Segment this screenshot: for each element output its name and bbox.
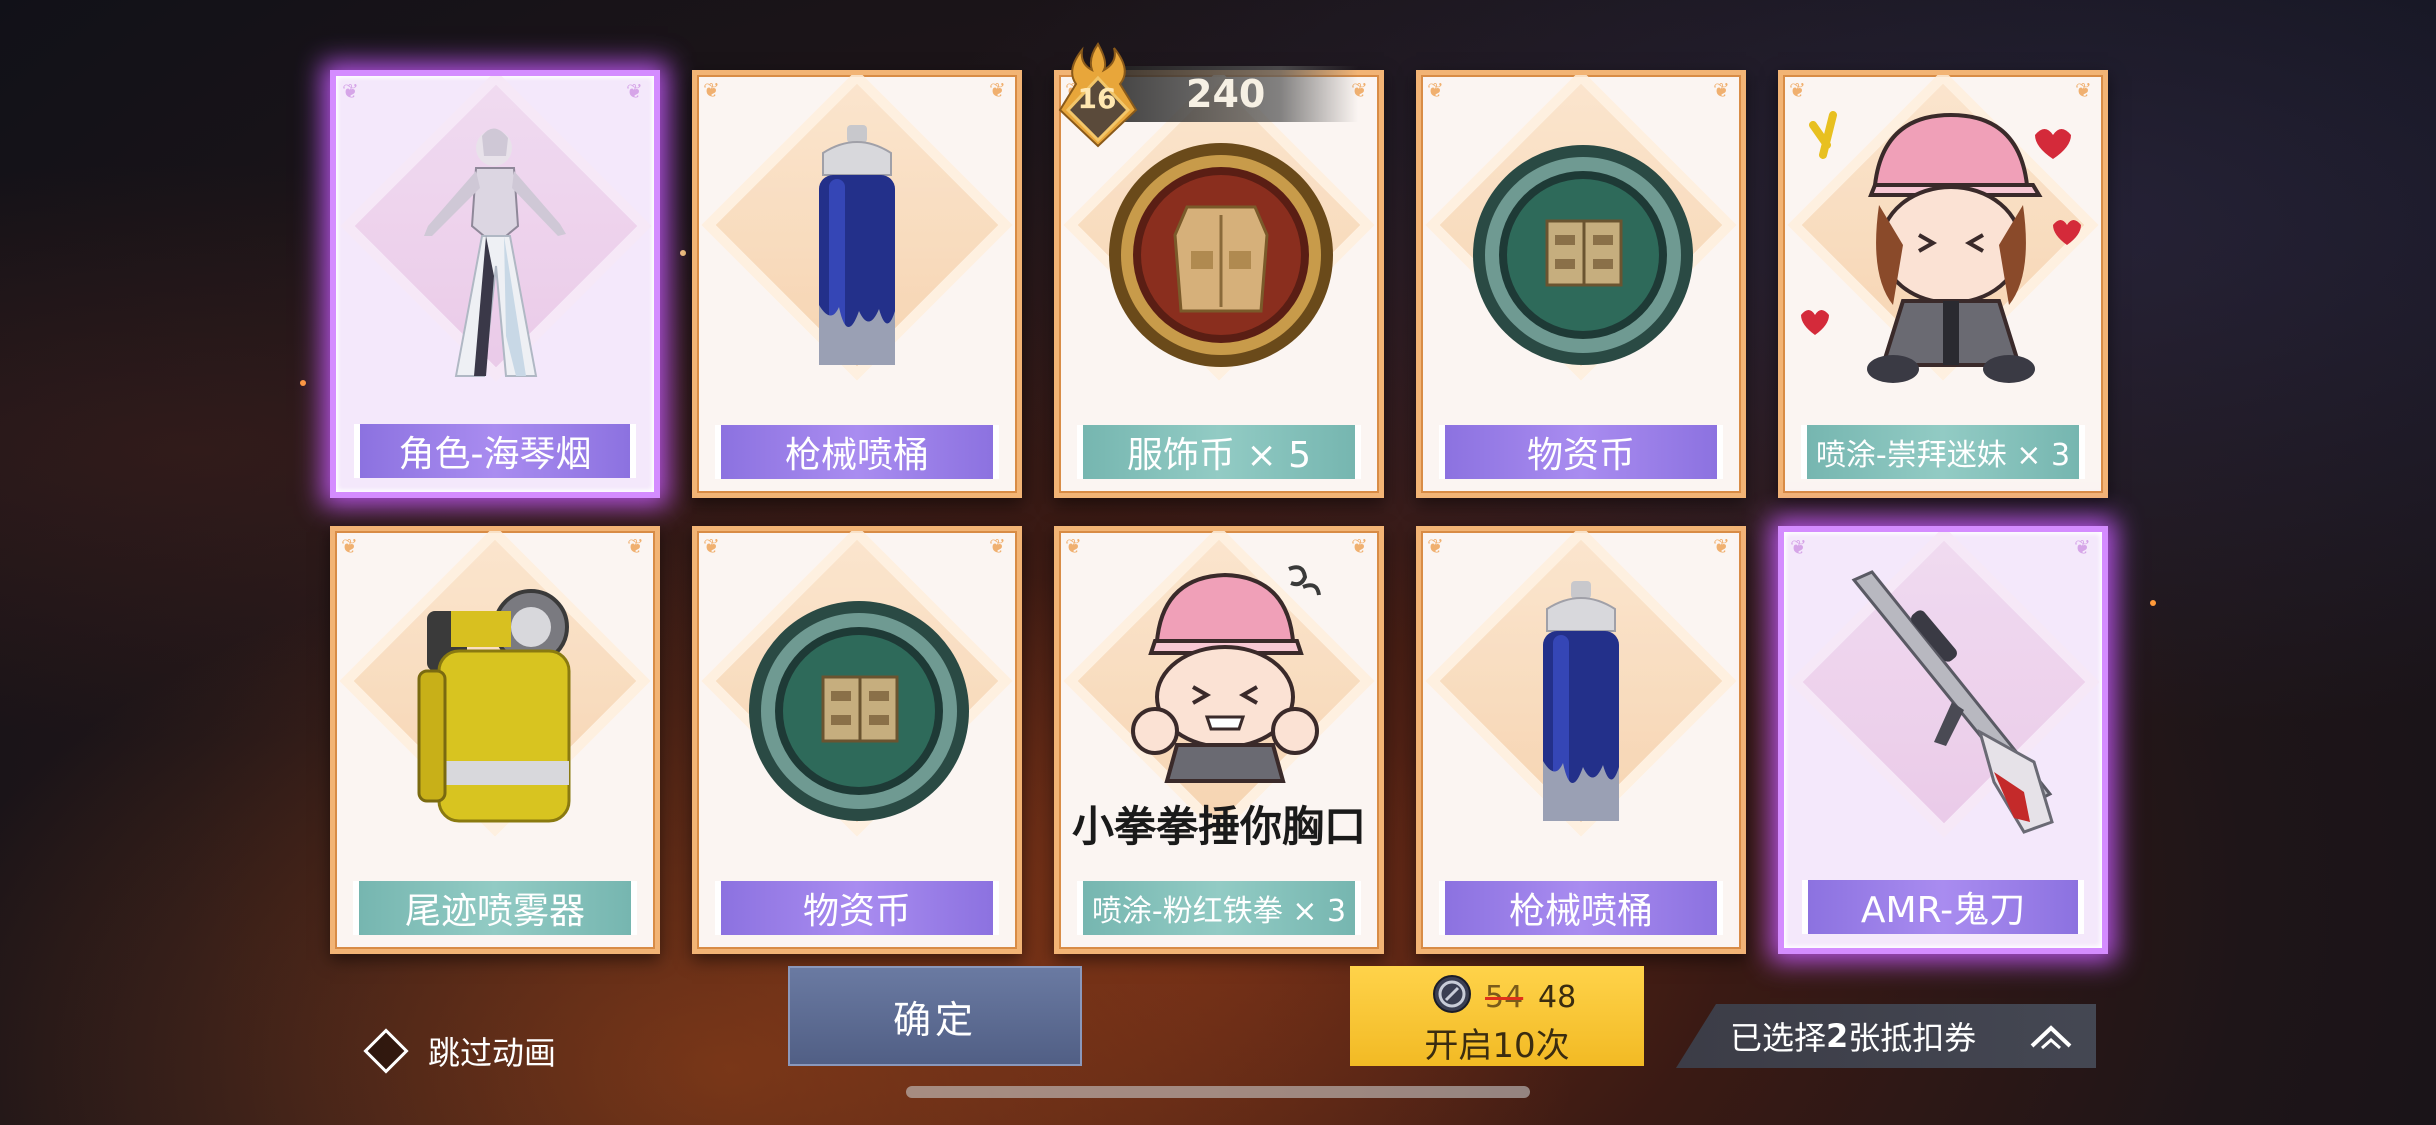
selected-suffix: 张抵扣券 xyxy=(1848,1019,1977,1057)
sticker-caption: 小拳拳捶你胸口 xyxy=(1071,802,1366,851)
selected-prefix: 已选择 xyxy=(1730,1019,1827,1057)
original-price: 54 xyxy=(1485,980,1524,1015)
reward-card-amr-rifle[interactable]: ❦ ❦ AMR-鬼刀 xyxy=(1778,526,2108,954)
reward-card-graffiti-worship[interactable]: ❦ ❦ 喷涂-崇拜迷妹 × 3 xyxy=(1778,70,2108,498)
discount-price: 48 xyxy=(1538,980,1577,1015)
card-label: AMR-鬼刀 xyxy=(1802,880,2084,934)
card-label: 枪械喷桶 xyxy=(1439,881,1723,935)
character-figure-icon xyxy=(424,128,566,377)
trail-sprayer-icon xyxy=(417,589,571,823)
confirm-button[interactable]: 确定 xyxy=(788,966,1082,1066)
card-label: 服饰币 × 5 xyxy=(1077,425,1361,479)
spray-can-icon xyxy=(1543,581,1619,821)
selected-coupons-panel[interactable]: 已选择 2 张抵扣券 xyxy=(1676,1004,2096,1068)
reward-card-graffiti-fist[interactable]: ❦ ❦ 小拳拳捶你胸口 喷涂-粉红铁拳 × 3 xyxy=(1054,526,1384,954)
card-label: 喷涂-崇拜迷妹 × 3 xyxy=(1801,425,2085,479)
reward-card-supply-coin[interactable]: ❦ ❦ 物资币 xyxy=(1416,70,1746,498)
coin-icon xyxy=(1433,975,1471,1013)
card-label: 物资币 xyxy=(715,881,999,935)
open-ten-button[interactable]: 54 48 开启10次 xyxy=(1350,966,1644,1066)
spray-can-icon xyxy=(819,125,895,365)
card-label: 物资币 xyxy=(1439,425,1723,479)
selected-count: 2 xyxy=(1826,1017,1849,1055)
equipment-coin-icon xyxy=(749,601,969,821)
card-label: 角色-海琴烟 xyxy=(354,424,636,478)
open-ten-label: 开启10次 xyxy=(1424,1026,1570,1066)
sticker-girl-love-icon xyxy=(1801,111,2081,383)
home-indicator[interactable] xyxy=(906,1086,1530,1098)
reward-card-supply-coin[interactable]: ❦ ❦ 物资币 xyxy=(692,526,1022,954)
skip-animation-label: 跳过动画 xyxy=(428,1034,557,1072)
card-label: 尾迹喷雾器 xyxy=(353,881,637,935)
reward-card-gun-spray[interactable]: ❦ ❦ 枪械喷桶 xyxy=(692,70,1022,498)
checkbox-icon[interactable] xyxy=(363,1028,409,1074)
skip-animation-toggle[interactable]: 跳过动画 xyxy=(363,1028,557,1074)
badge-level: 16 xyxy=(1077,82,1117,115)
equipment-coin-icon xyxy=(1473,145,1693,365)
reward-grid: ❦ ❦ 角色-海琴烟 ❦ ❦ 枪械喷桶 ❦ ❦ xyxy=(0,0,2436,1125)
card-label: 枪械喷桶 xyxy=(715,425,999,479)
reward-card-trail-sprayer[interactable]: ❦ ❦ 尾迹喷雾器 xyxy=(330,526,660,954)
card-label: 喷涂-粉红铁拳 × 3 xyxy=(1077,881,1361,935)
reward-card-gun-spray[interactable]: ❦ ❦ 枪械喷桶 xyxy=(1416,526,1746,954)
sniper-rifle-icon xyxy=(1851,570,2054,834)
reward-card-character[interactable]: ❦ ❦ 角色-海琴烟 xyxy=(330,70,660,498)
tier-badge: 240 16 xyxy=(1048,40,1378,148)
chevron-up-icon[interactable] xyxy=(2026,1018,2076,1052)
